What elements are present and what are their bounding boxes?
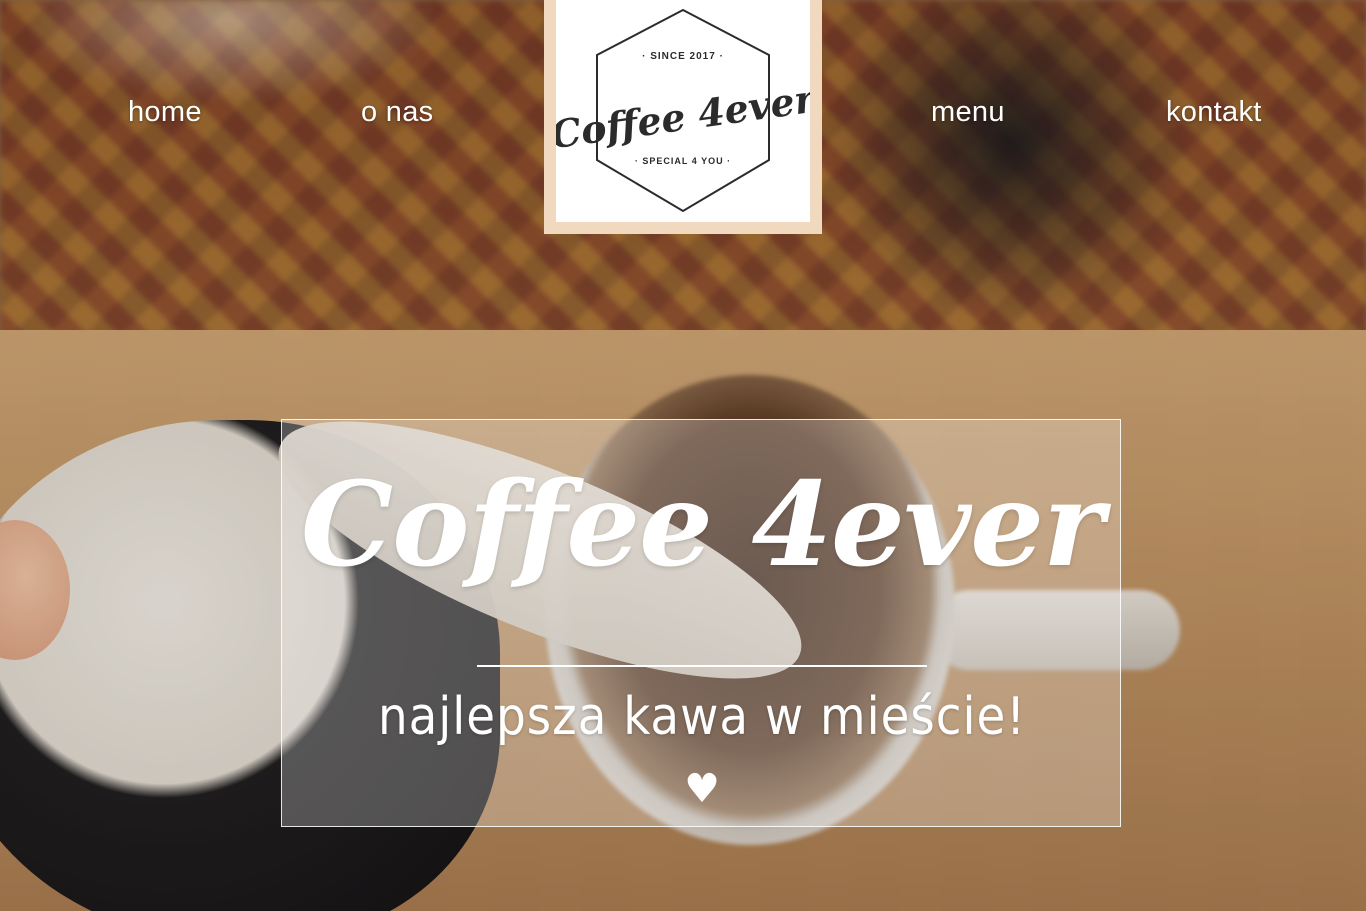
hero-title: Coffee 4ever [300,457,1104,593]
logo-name-text: Coffee 4ever [556,75,810,157]
hero-subtitle: najlepsza kawa w mieście! [377,687,1026,747]
logo-since-text: · SINCE 2017 · [642,51,724,62]
logo-tagline-text: · SPECIAL 4 YOU · [635,156,731,166]
nav-contact-link[interactable]: kontakt [1166,96,1262,129]
hero-divider [477,665,927,667]
logo[interactable]: · SINCE 2017 · Coffee 4ever · SPECIAL 4 … [544,0,822,234]
nav-menu-link[interactable]: menu [931,96,1005,129]
heart-icon: ♥ [684,766,720,812]
logo-hexagon-icon: · SINCE 2017 · Coffee 4ever · SPECIAL 4 … [556,8,810,213]
logo-badge: · SINCE 2017 · Coffee 4ever · SPECIAL 4 … [556,0,810,222]
page: home o nas menu kontakt · SINCE 2017 · C… [0,0,1366,911]
hero-box: Coffee 4ever najlepsza kawa w mieście! ♥ [281,419,1121,827]
nav-home-link[interactable]: home [128,96,202,129]
nav-about-link[interactable]: o nas [361,96,433,129]
